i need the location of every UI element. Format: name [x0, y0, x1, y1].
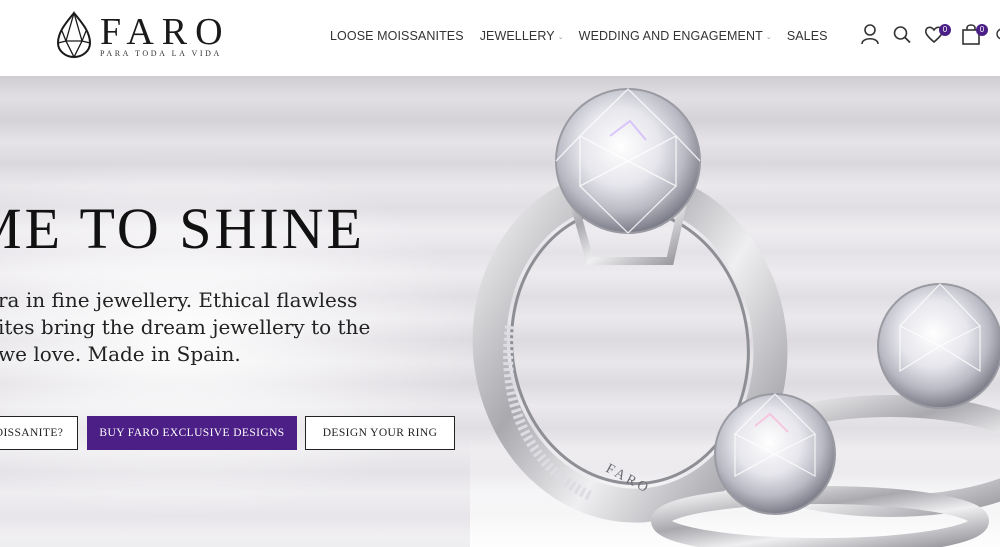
what-is-moissanite-button[interactable]: OISSANITE?	[0, 416, 78, 450]
chevron-down-icon: ⌄	[557, 33, 564, 41]
chevron-down-icon: ⌄	[765, 33, 772, 41]
nav-item-label: SALES	[786, 29, 828, 43]
partial-icon	[996, 28, 1000, 40]
engagement-rings-image: FARO	[470, 88, 1000, 547]
nav-item-jewellery[interactable]: JEWELLERY ⌄	[480, 29, 564, 43]
hero-text-line: we love. Made in Spain.	[0, 342, 241, 366]
nav-item-wedding-engagement[interactable]: WEDDING AND ENGAGEMENT ⌄	[579, 29, 772, 43]
buy-exclusive-designs-button[interactable]: BUY FARO EXCLUSIVE DESIGNS	[87, 416, 297, 450]
search-icon	[893, 26, 911, 44]
wishlist-button[interactable]: 0	[923, 22, 951, 48]
nav-item-label: JEWELLERY	[479, 29, 555, 43]
account-button[interactable]	[859, 22, 883, 48]
main-nav: LOOSE MOISSANITES JEWELLERY ⌄ WEDDING AN…	[330, 28, 828, 44]
nav-item-loose-moissanites[interactable]: LOOSE MOISSANITES	[330, 29, 464, 43]
nav-item-label: LOOSE MOISSANITES	[330, 29, 464, 43]
wishlist-count-badge: 0	[939, 24, 951, 36]
brand-name: FARO	[100, 11, 231, 53]
user-icon	[861, 24, 879, 45]
hero-title: ME TO SHINE	[0, 196, 365, 261]
search-button[interactable]	[891, 22, 915, 48]
cut-off-icon[interactable]	[992, 26, 1000, 42]
header-icons: 0 0	[856, 22, 1000, 48]
brand-tagline: PARA TODA LA VIDA	[100, 49, 222, 58]
hero-text-line: ra in fine jewellery. Ethical flawless	[0, 288, 358, 312]
design-your-ring-button[interactable]: DESIGN YOUR RING	[305, 416, 455, 450]
site-header: FARO PARA TODA LA VIDA LOOSE MOISSANITES…	[0, 0, 1000, 76]
cart-count-badge: 0	[976, 24, 988, 36]
cart-button[interactable]: 0	[960, 22, 988, 48]
hero-text-line: ites bring the dream jewellery to the	[0, 315, 371, 339]
nav-item-label: WEDDING AND ENGAGEMENT	[578, 29, 763, 43]
gem-logo-icon	[56, 11, 92, 59]
hero-banner: FARO ME TO SHINE ra in fine jewellery. E…	[0, 76, 1000, 547]
hero-description: ra in fine jewellery. Ethical flawless i…	[0, 287, 378, 368]
faro-logo[interactable]: FARO PARA TODA LA VIDA	[56, 11, 236, 61]
nav-item-sales[interactable]: SALES	[787, 29, 828, 43]
